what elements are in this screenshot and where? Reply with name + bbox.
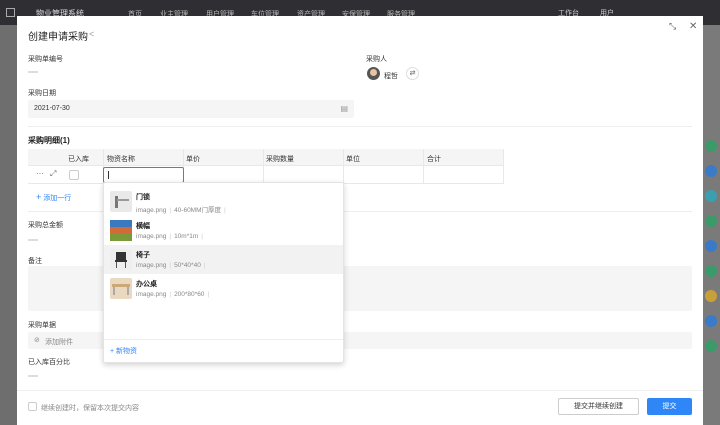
desk-image-icon xyxy=(112,284,130,295)
section-divider xyxy=(28,126,692,127)
create-purchase-modal: 创建申请采购 < ⤡ ✕ 采购单编号 采购人 程哲 ⇄ 采购日期 2021-07… xyxy=(17,16,703,425)
item-name-input[interactable] xyxy=(103,167,184,183)
item-spec: 200*80*60 xyxy=(174,291,205,298)
background-badge xyxy=(705,290,717,302)
item-spec: 50*40*40 xyxy=(174,262,201,269)
background-badge xyxy=(705,340,717,352)
item-meta: image.png | 40-60MM门厚度 | xyxy=(136,207,226,214)
footer-divider xyxy=(17,390,703,391)
item-file: image.png xyxy=(136,291,167,298)
calendar-icon[interactable]: ▤ xyxy=(340,104,348,113)
item-meta: image.png | 200*80*60 | xyxy=(136,291,210,298)
item-meta: image.png | 50*40*40 | xyxy=(136,262,206,269)
item-thumbnail xyxy=(110,191,132,212)
add-row-button[interactable]: + 添加一行 xyxy=(36,192,71,203)
item-file: image.png xyxy=(136,262,167,269)
background-badge xyxy=(705,265,717,277)
item-thumbnail xyxy=(110,278,132,299)
order-no-value xyxy=(28,71,38,73)
header-unit: 单位 xyxy=(346,156,360,163)
keep-content-label[interactable]: 继续创建时，保留本次提交内容 xyxy=(41,403,139,413)
purchaser-name[interactable]: 程哲 xyxy=(384,71,398,81)
background-badge xyxy=(705,240,717,252)
banner-image-icon xyxy=(110,220,132,241)
order-no-label: 采购单编号 xyxy=(28,56,63,63)
attachment-label: 采购单据 xyxy=(28,322,56,329)
item-name: 横幅 xyxy=(136,223,150,230)
item-thumbnail xyxy=(110,220,132,241)
item-name: 门锁 xyxy=(136,194,150,201)
add-row-label: 添加一行 xyxy=(43,195,72,202)
item-thumbnail xyxy=(110,249,132,270)
item-meta: image.png | 10m*1m | xyxy=(136,233,203,240)
warehoused-percent-label: 已入库百分比 xyxy=(28,359,70,366)
background-sidebar xyxy=(0,25,17,425)
header-quantity: 采购数量 xyxy=(266,156,294,163)
close-icon[interactable]: ✕ xyxy=(689,21,697,32)
purchaser-avatar xyxy=(367,67,380,80)
row-more-icon[interactable]: ··· xyxy=(36,169,44,178)
date-label: 采购日期 xyxy=(28,90,56,97)
plus-icon: + xyxy=(36,192,42,202)
item-file: image.png xyxy=(136,207,167,214)
date-field[interactable]: 2021-07-30 ▤ xyxy=(28,100,354,118)
table-header: 已入库 物资名称 单价 采购数量 单位 合计 xyxy=(28,149,504,166)
total-value xyxy=(28,239,38,241)
header-total: 合计 xyxy=(427,156,441,163)
item-name: 办公桌 xyxy=(136,281,157,288)
submit-and-continue-button[interactable]: 提交并继续创建 xyxy=(558,398,639,415)
item-name: 椅子 xyxy=(136,252,150,259)
item-file: image.png xyxy=(136,233,167,240)
add-attachment-label: 添加附件 xyxy=(45,339,73,346)
purchaser-label: 采购人 xyxy=(366,56,387,63)
swap-purchaser-icon[interactable]: ⇄ xyxy=(406,67,419,80)
share-icon[interactable]: < xyxy=(89,29,94,39)
details-title: 采购明细(1) xyxy=(28,136,70,145)
row-expand-icon[interactable]: ⤢ xyxy=(50,169,56,179)
item-option-door-lock[interactable]: 门锁 image.png | 40-60MM门厚度 | xyxy=(104,187,343,216)
item-option-chair[interactable]: 椅子 image.png | 50*40*40 | xyxy=(104,245,343,274)
date-value: 2021-07-30 xyxy=(34,105,70,112)
collapse-icon[interactable]: ⤡ xyxy=(669,21,676,32)
item-option-banner[interactable]: 横幅 image.png | 10m*1m | xyxy=(104,216,343,245)
background-badge xyxy=(705,165,717,177)
text-caret xyxy=(108,171,109,179)
warehoused-checkbox[interactable] xyxy=(69,170,79,180)
door-lock-image-icon xyxy=(115,196,129,208)
header-item-name: 物资名称 xyxy=(107,156,135,163)
new-item-button[interactable]: + 新物资 xyxy=(110,346,137,356)
item-option-desk[interactable]: 办公桌 image.png | 200*80*60 | xyxy=(104,274,343,303)
modal-title: 创建申请采购 xyxy=(28,32,88,43)
submit-button[interactable]: 提交 xyxy=(647,398,692,415)
keep-content-checkbox[interactable] xyxy=(28,402,37,411)
item-spec: 40-60MM门厚度 xyxy=(174,207,222,214)
header-unit-price: 单价 xyxy=(186,156,200,163)
new-item-label: 新物资 xyxy=(116,348,138,355)
warehoused-percent-value xyxy=(28,375,38,377)
background-badge xyxy=(705,190,717,202)
chair-image-icon xyxy=(115,252,127,268)
dropdown-divider xyxy=(104,339,343,340)
apps-grid-icon[interactable] xyxy=(6,8,15,17)
background-badge xyxy=(705,140,717,152)
remark-label: 备注 xyxy=(28,258,42,265)
paperclip-icon: ⊘ xyxy=(34,337,40,344)
total-label: 采购总金额 xyxy=(28,222,63,229)
background-badge xyxy=(705,315,717,327)
item-spec: 10m*1m xyxy=(174,233,199,240)
background-badge xyxy=(705,215,717,227)
header-warehoused: 已入库 xyxy=(68,156,89,163)
item-suggestion-dropdown: 门锁 image.png | 40-60MM门厚度 | 横幅 image.png | 10… xyxy=(103,182,344,363)
